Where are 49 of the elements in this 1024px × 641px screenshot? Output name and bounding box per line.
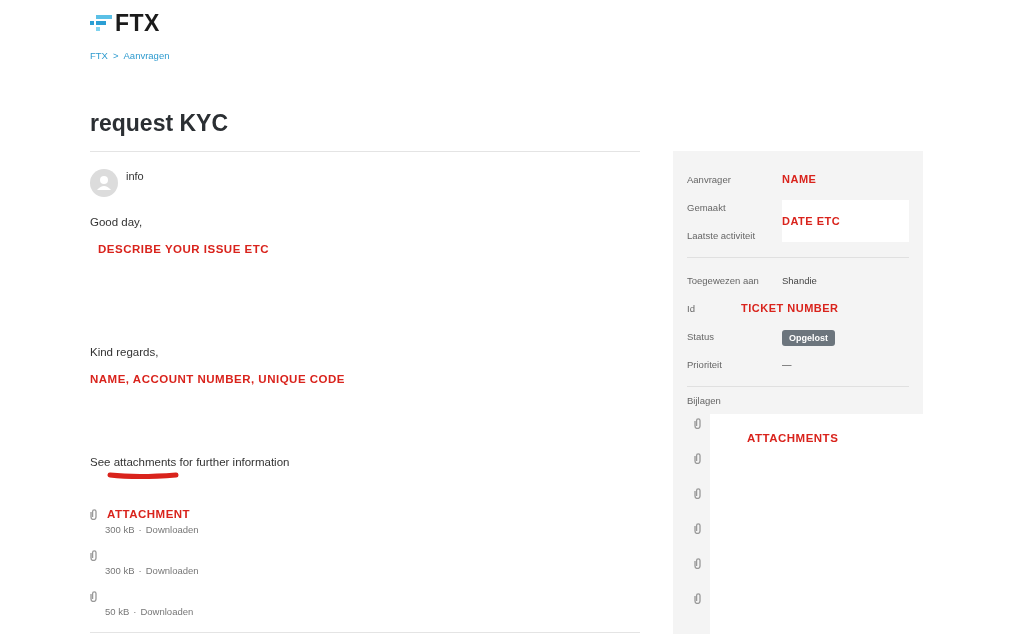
message-text: See attachments for further information: [90, 455, 291, 469]
field-label: Id: [687, 302, 695, 314]
page-title: request KYC: [90, 110, 230, 136]
field-label: Prioriteit: [687, 358, 722, 370]
file-size: 50 kB: [105, 605, 130, 618]
meta-separator: ·: [138, 564, 142, 577]
underline-mark: [107, 471, 179, 480]
paperclip-icon: [90, 591, 97, 602]
download-link[interactable]: Downloaden: [140, 605, 194, 618]
annotation-text: DATE ETC: [782, 214, 841, 228]
annotation-text: ATTACHMENTS: [747, 432, 839, 444]
download-link[interactable]: Downloaden: [145, 564, 199, 577]
logo-text: FTX: [115, 13, 160, 33]
greeting-text: Good day,: [90, 215, 144, 229]
paperclip-icon: [694, 488, 701, 499]
field-label: Toegewezen aan: [687, 274, 759, 286]
annotation-text: DESCRIBE YOUR ISSUE ETC: [97, 242, 270, 256]
closing-text: Kind regards,: [90, 345, 160, 359]
paperclip-icon: [90, 550, 97, 561]
field-label: Laatste activiteit: [687, 229, 756, 241]
status-badge: Opgelost: [782, 330, 835, 346]
meta-separator: ·: [138, 523, 142, 536]
field-label: Status: [687, 330, 714, 342]
breadcrumb-link[interactable]: FTX: [90, 50, 108, 61]
annotation-text: NAME: [782, 172, 818, 186]
annotation-text: NAME, ACCOUNT NUMBER, UNIQUE CODE: [90, 372, 347, 386]
meta-separator: ·: [133, 605, 137, 618]
logo-icon: [90, 15, 112, 31]
paperclip-icon: [694, 558, 701, 569]
breadcrumb-link[interactable]: Aanvragen: [123, 50, 170, 61]
paperclip-icon: [694, 418, 701, 429]
attachments-link[interactable]: attachments: [113, 456, 177, 468]
breadcrumb-separator: >: [112, 50, 119, 61]
file-size: 300 kB: [105, 523, 135, 536]
avatar-icon: [90, 169, 118, 197]
paperclip-icon: [694, 523, 701, 534]
field-value: Shandie: [782, 274, 818, 286]
field-label: Gemaakt: [687, 201, 726, 213]
field-label: Bijlagen: [687, 395, 721, 406]
paperclip-icon: [90, 509, 97, 520]
paperclip-icon: [694, 453, 701, 464]
file-size: 300 kB: [105, 564, 135, 577]
download-link[interactable]: Downloaden: [145, 523, 199, 536]
annotation-text: TICKET NUMBER: [741, 301, 840, 315]
field-value: —: [782, 358, 793, 370]
annotation-text: ATTACHMENT: [107, 508, 191, 520]
field-label: Aanvrager: [687, 173, 731, 185]
paperclip-icon: [694, 593, 701, 604]
author-name: info: [126, 170, 144, 182]
